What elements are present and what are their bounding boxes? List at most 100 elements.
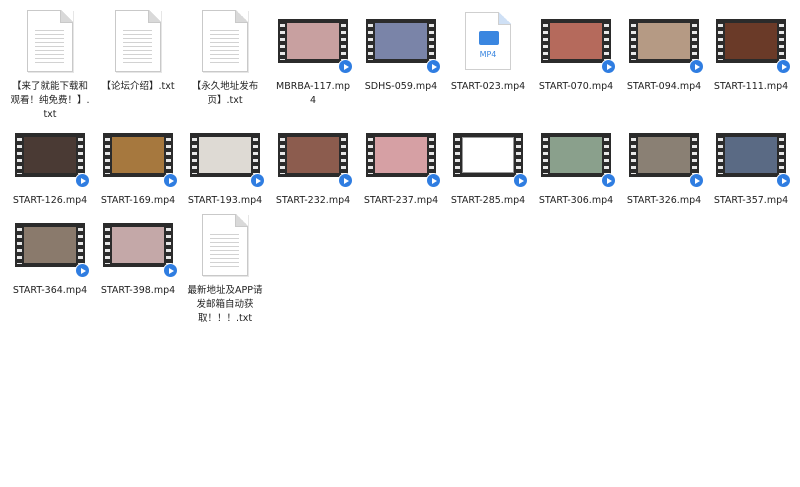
file-name-label: START-111.mp4 bbox=[713, 81, 789, 92]
file-name-label: START-237.mp4 bbox=[363, 195, 439, 206]
play-badge-icon bbox=[163, 263, 178, 278]
file-item[interactable]: 【论坛介绍】.txt bbox=[94, 6, 182, 94]
file-item[interactable]: SDHS-059.mp4 bbox=[357, 6, 445, 94]
file-item[interactable]: MP4 START-023.mp4 bbox=[444, 6, 532, 94]
file-thumbnail bbox=[532, 6, 620, 76]
file-item[interactable]: START-326.mp4 bbox=[620, 120, 708, 208]
file-name-label: START-357.mp4 bbox=[713, 195, 789, 206]
file-item[interactable]: START-398.mp4 bbox=[94, 210, 182, 298]
play-badge-icon bbox=[776, 59, 791, 74]
play-badge-icon bbox=[426, 59, 441, 74]
file-item[interactable]: START-094.mp4 bbox=[620, 6, 708, 94]
file-thumbnail bbox=[6, 210, 94, 280]
file-name-label: START-398.mp4 bbox=[100, 285, 176, 296]
file-thumbnail bbox=[269, 6, 357, 76]
play-badge-icon bbox=[250, 173, 265, 188]
file-item[interactable]: START-306.mp4 bbox=[532, 120, 620, 208]
file-thumbnail bbox=[6, 6, 94, 76]
file-item[interactable]: START-232.mp4 bbox=[269, 120, 357, 208]
play-badge-icon bbox=[601, 173, 616, 188]
play-badge-icon bbox=[75, 263, 90, 278]
file-item[interactable]: 【来了就能下载和观看！纯免费！】.txt bbox=[6, 6, 94, 122]
file-item[interactable]: START-237.mp4 bbox=[357, 120, 445, 208]
file-item[interactable]: START-357.mp4 bbox=[707, 120, 795, 208]
video-thumbnail-icon bbox=[453, 133, 523, 177]
play-badge-icon bbox=[338, 59, 353, 74]
file-thumbnail bbox=[620, 120, 708, 190]
video-file-icon: MP4 bbox=[465, 12, 511, 70]
video-thumbnail-icon bbox=[366, 19, 436, 63]
file-name-label: START-306.mp4 bbox=[538, 195, 614, 206]
file-item[interactable]: 【永久地址发布页】.txt bbox=[181, 6, 269, 108]
file-item[interactable]: START-169.mp4 bbox=[94, 120, 182, 208]
file-type-label: MP4 bbox=[479, 50, 497, 59]
play-badge-icon bbox=[426, 173, 441, 188]
video-thumbnail-icon bbox=[190, 133, 260, 177]
video-thumbnail-icon bbox=[629, 19, 699, 63]
file-thumbnail: MP4 bbox=[444, 6, 532, 76]
file-name-label: START-326.mp4 bbox=[626, 195, 702, 206]
play-badge-icon bbox=[338, 173, 353, 188]
file-item[interactable]: START-364.mp4 bbox=[6, 210, 94, 298]
file-thumbnail bbox=[181, 6, 269, 76]
video-thumbnail-icon bbox=[716, 19, 786, 63]
file-item[interactable]: START-193.mp4 bbox=[181, 120, 269, 208]
file-name-label: START-193.mp4 bbox=[187, 195, 263, 206]
file-item[interactable]: START-285.mp4 bbox=[444, 120, 532, 208]
file-name-label: 【论坛介绍】.txt bbox=[101, 81, 175, 92]
video-thumbnail-icon bbox=[716, 133, 786, 177]
file-item[interactable]: START-126.mp4 bbox=[6, 120, 94, 208]
video-thumbnail-icon bbox=[629, 133, 699, 177]
text-document-icon bbox=[27, 10, 73, 72]
file-name-label: START-094.mp4 bbox=[626, 81, 702, 92]
file-thumbnail bbox=[707, 6, 795, 76]
file-item[interactable]: START-070.mp4 bbox=[532, 6, 620, 94]
play-badge-icon bbox=[689, 173, 704, 188]
video-thumbnail-icon bbox=[103, 223, 173, 267]
video-thumbnail-icon bbox=[366, 133, 436, 177]
file-thumbnail bbox=[357, 120, 445, 190]
play-badge-icon bbox=[75, 173, 90, 188]
video-thumbnail-icon bbox=[278, 133, 348, 177]
video-thumbnail-icon bbox=[15, 223, 85, 267]
file-name-label: START-364.mp4 bbox=[12, 285, 88, 296]
file-thumbnail bbox=[181, 210, 269, 280]
file-thumbnail bbox=[707, 120, 795, 190]
play-badge-icon bbox=[689, 59, 704, 74]
file-thumbnail bbox=[357, 6, 445, 76]
video-thumbnail-icon bbox=[541, 133, 611, 177]
play-badge-icon bbox=[776, 173, 791, 188]
file-thumbnail bbox=[94, 120, 182, 190]
file-name-label: START-023.mp4 bbox=[450, 81, 526, 92]
file-grid: 【来了就能下载和观看！纯免费！】.txt 【论坛介绍】.txt 【永久地址发布页】.… bbox=[0, 0, 800, 487]
video-thumbnail-icon bbox=[103, 133, 173, 177]
play-badge-icon bbox=[513, 173, 528, 188]
file-item[interactable]: MBRBA-117.mp4 bbox=[269, 6, 357, 108]
file-name-label: 最新地址及APP请发邮箱自动获取！！！.txt bbox=[187, 285, 263, 324]
video-thumbnail-icon bbox=[541, 19, 611, 63]
file-thumbnail bbox=[94, 6, 182, 76]
file-name-label: SDHS-059.mp4 bbox=[364, 81, 438, 92]
text-document-icon bbox=[115, 10, 161, 72]
text-document-icon bbox=[202, 214, 248, 276]
play-badge-icon bbox=[601, 59, 616, 74]
file-item[interactable]: 最新地址及APP请发邮箱自动获取！！！.txt bbox=[181, 210, 269, 326]
file-thumbnail bbox=[181, 120, 269, 190]
file-name-label: START-285.mp4 bbox=[450, 195, 526, 206]
file-name-label: START-126.mp4 bbox=[12, 195, 88, 206]
file-name-label: 【永久地址发布页】.txt bbox=[191, 81, 259, 106]
video-thumbnail-icon bbox=[278, 19, 348, 63]
file-thumbnail bbox=[269, 120, 357, 190]
text-document-icon bbox=[202, 10, 248, 72]
file-item[interactable]: START-111.mp4 bbox=[707, 6, 795, 94]
file-thumbnail bbox=[532, 120, 620, 190]
file-name-label: 【来了就能下载和观看！纯免费！】.txt bbox=[10, 81, 90, 120]
play-badge-icon bbox=[163, 173, 178, 188]
file-thumbnail bbox=[94, 210, 182, 280]
file-name-label: START-169.mp4 bbox=[100, 195, 176, 206]
video-thumbnail-icon bbox=[15, 133, 85, 177]
file-name-label: MBRBA-117.mp4 bbox=[276, 81, 350, 106]
file-name-label: START-232.mp4 bbox=[275, 195, 351, 206]
file-thumbnail bbox=[444, 120, 532, 190]
file-name-label: START-070.mp4 bbox=[538, 81, 614, 92]
